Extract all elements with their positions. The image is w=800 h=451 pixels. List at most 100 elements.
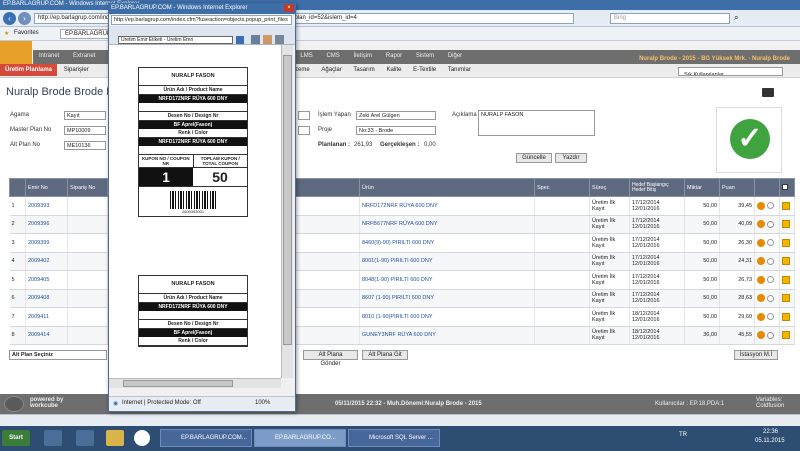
chrome-icon[interactable] xyxy=(134,430,150,446)
close-icon[interactable]: × xyxy=(284,4,294,12)
alt-plan-input[interactable]: ME10136 xyxy=(64,141,106,150)
send-to-alt-plan-button[interactable]: Alt Plana Gönder xyxy=(303,350,358,367)
emir-link[interactable]: 2009399 xyxy=(25,233,68,253)
emir-link[interactable]: 2009396 xyxy=(25,215,68,234)
agama-input[interactable]: Kayıt xyxy=(64,111,106,120)
clock-time[interactable]: 22:36 xyxy=(763,429,778,435)
settings-icon[interactable] xyxy=(766,294,774,302)
popup-zoom[interactable]: 100% xyxy=(255,400,270,406)
row-checkbox[interactable] xyxy=(782,257,790,266)
product-link[interactable]: 8607 (1-90) PIRILTI 600 DNY xyxy=(359,289,535,308)
topmenu-item[interactable]: CMS xyxy=(320,50,345,62)
status-dot-icon[interactable] xyxy=(757,294,765,303)
column-header[interactable]: Sipariş No xyxy=(67,178,108,197)
product-link[interactable]: NRFB677NRF RÜYA 600 DNY xyxy=(359,215,535,234)
row-select[interactable] xyxy=(779,326,795,345)
settings-icon[interactable] xyxy=(766,239,774,247)
submenu-item[interactable]: Tanımlar xyxy=(443,64,476,76)
taskbar-item[interactable]: Microsoft SQL Server ... xyxy=(348,429,440,447)
template-select[interactable]: Üretim Emir Etiketi - Üretim Emri xyxy=(118,36,233,44)
product-link[interactable]: 8048(1-90) PIRILTI 600 DNY xyxy=(359,270,535,290)
product-link[interactable]: 8460(9)-90) PIRILTI 600 DNY xyxy=(359,233,535,253)
station-button[interactable]: İstasyon M.İ xyxy=(734,350,778,360)
start-button[interactable]: Start xyxy=(2,430,30,446)
column-header[interactable]: Spec xyxy=(534,178,590,197)
forward-icon[interactable]: › xyxy=(18,12,31,25)
settings-icon[interactable] xyxy=(766,313,774,321)
taskbar-item-active[interactable]: EP.BARLAGRUP.CO... xyxy=(254,429,346,447)
favorites-label[interactable]: Favorites xyxy=(14,30,39,36)
status-dot-icon[interactable] xyxy=(757,275,765,284)
submenu-item[interactable]: Siparişler xyxy=(59,64,94,76)
row-select[interactable] xyxy=(779,252,795,271)
topmenu-item[interactable]: Diğer xyxy=(442,50,468,62)
row-checkbox[interactable] xyxy=(782,238,790,247)
settings-icon[interactable] xyxy=(766,202,774,210)
emir-link[interactable]: 2009411 xyxy=(25,307,68,327)
search-icon[interactable]: ⌕ xyxy=(734,13,738,23)
row-select[interactable] xyxy=(779,270,795,290)
emir-link[interactable]: 2009414 xyxy=(25,326,68,345)
status-dot-icon[interactable] xyxy=(757,238,765,247)
column-header[interactable]: Ürün xyxy=(359,178,535,197)
ie-search-input[interactable]: Bing xyxy=(610,13,730,24)
back-icon[interactable]: ‹ xyxy=(3,12,16,25)
row-select[interactable] xyxy=(779,215,795,234)
topmenu-item[interactable]: Intranet xyxy=(33,50,65,62)
go-icon[interactable] xyxy=(236,36,244,44)
settings-icon[interactable] xyxy=(766,276,774,284)
topmenu-item[interactable]: Rapor xyxy=(380,50,408,62)
emir-link[interactable]: 2009405 xyxy=(25,270,68,290)
pdf-icon[interactable] xyxy=(263,35,272,44)
column-header[interactable]: Süreç xyxy=(589,178,630,197)
print-button[interactable]: Yazdır xyxy=(555,153,587,163)
clock-date[interactable]: 05.11.2015 xyxy=(755,438,785,444)
topmenu-item[interactable]: Sistem xyxy=(410,50,440,62)
status-dot-icon[interactable] xyxy=(757,201,765,210)
islem-input[interactable]: Zeki Arel Gülgen xyxy=(356,111,436,120)
row-select[interactable] xyxy=(779,289,795,308)
dropdown-select[interactable] xyxy=(298,111,310,120)
mail-icon[interactable] xyxy=(76,430,94,446)
product-link[interactable]: 8001(1-90) PIRILTI 600 DNY xyxy=(359,252,535,271)
status-dot-icon[interactable] xyxy=(757,312,765,321)
row-select[interactable] xyxy=(779,196,795,216)
exit-icon[interactable] xyxy=(762,88,774,97)
update-button[interactable]: Güncelle xyxy=(516,153,552,163)
row-checkbox[interactable] xyxy=(782,275,790,284)
submenu-item-active[interactable]: Üretim Planlama xyxy=(0,64,58,76)
product-link[interactable]: 8010 (1-90)PIRILTI 600 DNY xyxy=(359,307,535,327)
favorites-star-icon[interactable]: ★ xyxy=(4,30,9,37)
row-checkbox[interactable] xyxy=(782,220,790,229)
row-checkbox[interactable] xyxy=(782,201,790,210)
row-checkbox[interactable] xyxy=(782,294,790,303)
product-link[interactable]: NRFD172NRF RÜYA 600 DNY xyxy=(359,196,535,216)
popup-horizontal-scrollbar[interactable] xyxy=(109,378,281,388)
status-dot-icon[interactable] xyxy=(757,257,765,266)
submenu-item[interactable]: Ağaçlar xyxy=(316,64,346,76)
settings-icon[interactable] xyxy=(766,220,774,228)
proje-input[interactable]: No:33 - Brode xyxy=(356,126,436,135)
print-icon[interactable] xyxy=(251,35,260,44)
emir-link[interactable]: 2009408 xyxy=(25,289,68,308)
status-dot-icon[interactable] xyxy=(757,220,765,229)
topmenu-item[interactable]: Extranet xyxy=(67,50,101,62)
scroll-thumb[interactable] xyxy=(123,380,233,387)
column-header[interactable]: Puan xyxy=(719,178,755,197)
favorites-select[interactable]: Sık Kullanılanlar xyxy=(678,67,783,76)
topmenu-item[interactable]: İletişim xyxy=(347,50,378,62)
status-dot-icon[interactable] xyxy=(757,331,765,340)
row-checkbox[interactable] xyxy=(782,331,790,340)
go-alt-plan-button[interactable]: Alt Plana Git xyxy=(362,350,408,360)
product-link[interactable]: GUNEY3NRF RÜYA 600 DNY xyxy=(359,326,535,345)
select-all-checkbox[interactable] xyxy=(779,178,795,197)
taskbar-item[interactable]: EP.BARLAGRUP.COM... xyxy=(160,429,252,447)
row-checkbox[interactable] xyxy=(782,312,790,321)
alt-plan-select[interactable]: Alt Plan Seçiniz xyxy=(9,350,107,360)
popup-vertical-scrollbar[interactable] xyxy=(281,45,293,378)
submenu-item[interactable]: Tasarım xyxy=(348,64,379,76)
submenu-item[interactable]: E-Textile xyxy=(408,64,441,76)
popup-address-bar[interactable]: http://ep.barlagrup.com/index.cfm?fuseac… xyxy=(111,15,292,25)
user-icon[interactable] xyxy=(44,430,62,446)
scroll-thumb[interactable] xyxy=(283,55,292,345)
